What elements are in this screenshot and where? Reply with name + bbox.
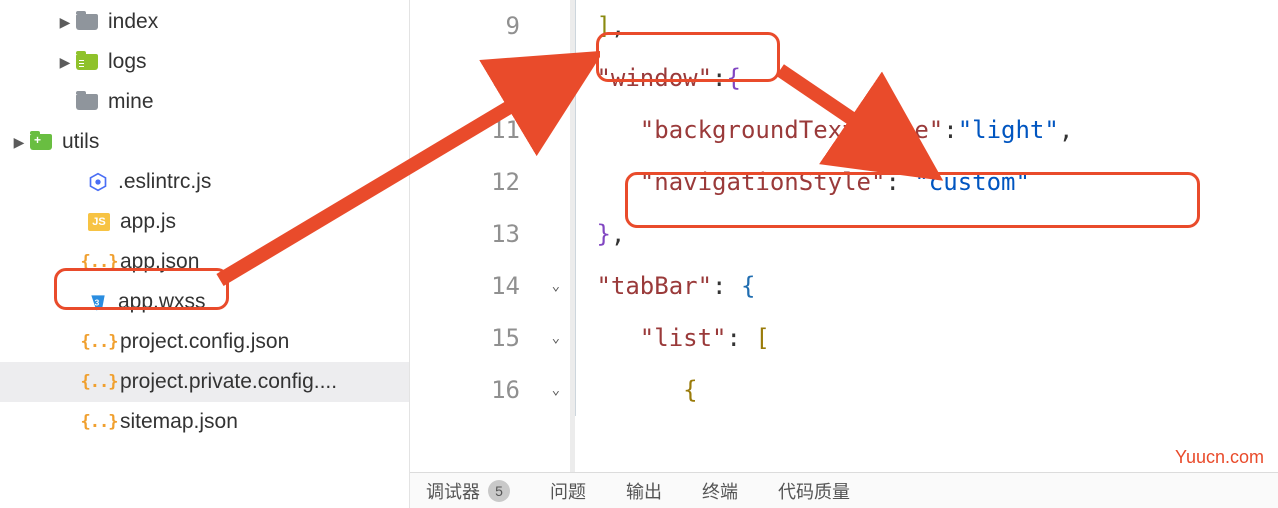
panel-tab-终端[interactable]: 终端 — [702, 478, 738, 504]
caret-icon: ▶ — [58, 14, 72, 31]
tree-item-app-wxss[interactable]: ▶3app.wxss — [0, 282, 409, 322]
tree-item-app-js[interactable]: ▶JSapp.js — [0, 202, 409, 242]
fold-icon[interactable]: ⌄ — [552, 70, 560, 86]
code-line[interactable]: "backgroundTextStyle":"light", — [575, 104, 1278, 156]
tree-item-logs[interactable]: ▶ logs — [0, 42, 409, 82]
tree-item-label: app.json — [120, 250, 409, 274]
tree-item-label: index — [108, 10, 409, 34]
tab-label: 终端 — [702, 478, 738, 504]
tree-item-label: app.js — [120, 210, 409, 234]
line-number[interactable]: 15⌄ — [410, 312, 570, 364]
tree-item-project-private-config-[interactable]: ▶{..}project.private.config.... — [0, 362, 409, 402]
code-content[interactable]: ], "window":{ "backgroundTextStyle":"lig… — [575, 0, 1278, 472]
tree-item-mine[interactable]: ▶mine — [0, 82, 409, 122]
fold-icon[interactable]: ⌄ — [552, 278, 560, 294]
line-number[interactable]: 14⌄ — [410, 260, 570, 312]
line-number[interactable]: 12 — [410, 156, 570, 208]
svg-text:3: 3 — [95, 297, 100, 307]
panel-tab-调试器[interactable]: 调试器 5 — [426, 478, 510, 504]
tree-item-label: project.config.json — [120, 330, 409, 354]
panel-tab-问题[interactable]: 问题 — [550, 478, 586, 504]
tree-item-label: sitemap.json — [120, 410, 409, 434]
tab-label: 输出 — [626, 478, 662, 504]
tree-item-label: app.wxss — [118, 290, 409, 314]
panel-tab-代码质量[interactable]: 代码质量 — [778, 478, 850, 504]
code-line[interactable]: "tabBar": { — [575, 260, 1278, 312]
line-gutter: 910⌄11121314⌄15⌄16⌄ — [410, 0, 575, 472]
code-line[interactable]: }, — [575, 208, 1278, 260]
file-tree: ▶ index ▶ logs ▶mine ▶ utils ▶.eslintrc.js▶JSap… — [0, 0, 410, 508]
tree-item-project-config-json[interactable]: ▶{..}project.config.json — [0, 322, 409, 362]
tab-badge: 5 — [488, 480, 510, 502]
watermark: Yuucn.com — [1175, 447, 1264, 468]
tab-label: 代码质量 — [778, 478, 850, 504]
line-number[interactable]: 13 — [410, 208, 570, 260]
tree-item-app-json[interactable]: ▶{..}app.json — [0, 242, 409, 282]
bottom-panel-tabs: 调试器 5 问题 输出 终端 代码质量 — [410, 472, 1278, 508]
line-number[interactable]: 10⌄ — [410, 52, 570, 104]
tree-item-label: .eslintrc.js — [118, 170, 409, 194]
code-line[interactable]: "navigationStyle": "custom" — [575, 156, 1278, 208]
tab-label: 调试器 — [426, 478, 480, 504]
code-line[interactable]: "window":{ — [575, 52, 1278, 104]
tree-item-label: logs — [108, 50, 409, 74]
caret-icon: ▶ — [12, 134, 26, 151]
line-number[interactable]: 9 — [410, 0, 570, 52]
line-number[interactable]: 11 — [410, 104, 570, 156]
tab-label: 问题 — [550, 478, 586, 504]
fold-icon[interactable]: ⌄ — [552, 382, 560, 398]
panel-tab-输出[interactable]: 输出 — [626, 478, 662, 504]
code-line[interactable]: "list": [ — [575, 312, 1278, 364]
tree-item-label: utils — [62, 130, 409, 154]
tree-item-utils[interactable]: ▶ utils — [0, 122, 409, 162]
code-line[interactable]: ], — [575, 0, 1278, 52]
caret-icon: ▶ — [58, 54, 72, 71]
code-editor: 910⌄11121314⌄15⌄16⌄ ], "window":{ "backg… — [410, 0, 1278, 508]
line-number[interactable]: 16⌄ — [410, 364, 570, 416]
tree-item--eslintrc-js[interactable]: ▶.eslintrc.js — [0, 162, 409, 202]
tree-item-label: mine — [108, 90, 409, 114]
tree-item-label: project.private.config.... — [120, 370, 409, 394]
tree-item-index[interactable]: ▶ index — [0, 2, 409, 42]
code-line[interactable]: { — [575, 364, 1278, 416]
tree-item-sitemap-json[interactable]: ▶{..}sitemap.json — [0, 402, 409, 442]
fold-icon[interactable]: ⌄ — [552, 330, 560, 346]
